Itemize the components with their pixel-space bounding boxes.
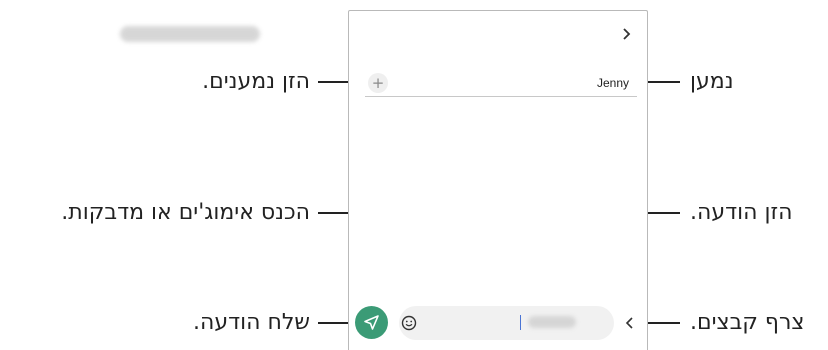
- recipient-name: Jenny: [597, 76, 630, 90]
- text-caret: [520, 315, 521, 330]
- callout-attach-files: צרף קבצים.: [690, 310, 805, 335]
- send-button[interactable]: [355, 306, 388, 339]
- chevron-left-icon[interactable]: [622, 314, 638, 332]
- conversation-title-blurred: [120, 26, 260, 42]
- callout-emoji-stickers: הכנס אימוג'ים או מדבקות.: [61, 200, 310, 225]
- message-placeholder-blurred: [528, 316, 576, 328]
- add-recipient-button[interactable]: +: [368, 73, 388, 93]
- callout-send-message: שלח הודעה.: [193, 310, 310, 335]
- callout-enter-message: הזן הודעה.: [690, 200, 793, 225]
- send-icon: [364, 315, 379, 330]
- chevron-right-icon[interactable]: [616, 24, 636, 44]
- callout-recipient: נמען: [690, 69, 734, 94]
- message-input[interactable]: [399, 306, 614, 340]
- phone-frame: [348, 10, 648, 350]
- recipient-field-underline: [365, 96, 637, 97]
- callout-enter-recipients: הזן נמענים.: [202, 69, 310, 94]
- emoji-icon[interactable]: [398, 312, 420, 334]
